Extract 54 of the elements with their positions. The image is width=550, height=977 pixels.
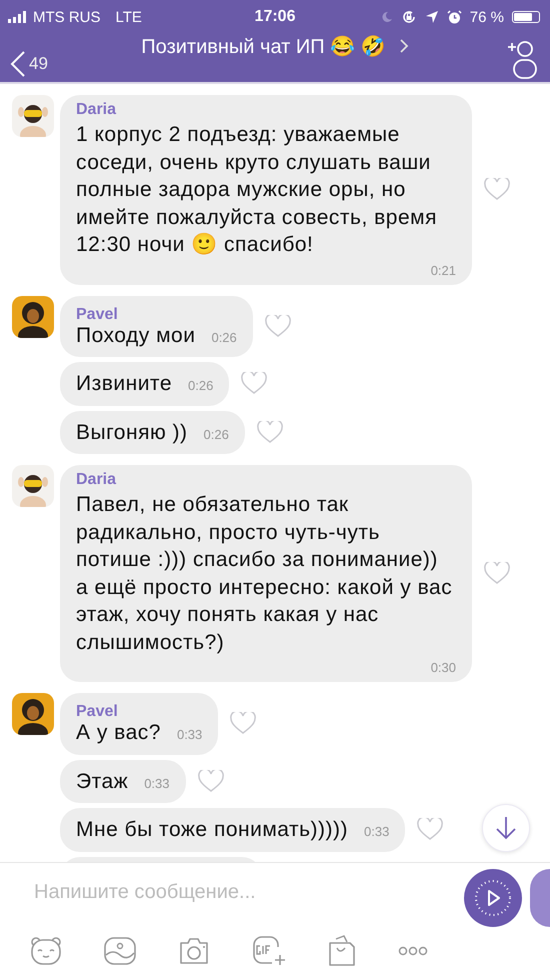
rotation-lock-icon	[400, 9, 417, 25]
heart-icon[interactable]	[264, 314, 291, 338]
camera-icon[interactable]	[178, 937, 210, 965]
heart-icon[interactable]	[484, 562, 510, 585]
message-text: Этаж	[76, 768, 128, 794]
gif-icon[interactable]	[252, 935, 286, 967]
back-button[interactable]: 49	[10, 51, 48, 77]
heart-icon[interactable]	[417, 818, 444, 842]
message-text: 1 корпус 2 подъезд: уважаемые соседи, очень круто слушать ваши полные задора мужские оры, но имейте пожалуйста совесть, время 12:30 ночи 🙂 спасибо!	[76, 122, 438, 258]
chevron-right-icon[interactable]	[400, 39, 409, 53]
network-type: LTE	[116, 8, 142, 26]
status-time: 17:06	[254, 8, 296, 26]
signal-icon	[8, 11, 28, 23]
message-text: Извините	[76, 371, 172, 397]
message-time: 0:33	[144, 776, 170, 790]
sender-name: Pavel	[76, 702, 119, 722]
shopping-bag-icon[interactable]	[328, 935, 356, 967]
alarm-icon	[446, 10, 462, 24]
message-text: Павел, не обязательно так радикально, просто чуть-чуть потише :))) спасибо за понимание)) а ещё просто интересно: какой у вас этаж, хочу понять какая у нас слышимость?)	[76, 492, 454, 656]
moon-icon	[380, 11, 393, 23]
sender-name: Daria	[76, 100, 118, 120]
more-icon[interactable]	[398, 946, 428, 956]
message-text: А у вас?	[76, 720, 161, 746]
message-text: Выгоняю ))	[76, 420, 188, 446]
sticker-icon[interactable]	[30, 936, 62, 966]
message-time: 0:26	[204, 426, 229, 442]
heart-icon[interactable]	[484, 178, 510, 202]
back-chevron-icon[interactable]	[10, 51, 26, 77]
scroll-down-button[interactable]	[482, 804, 530, 852]
arrow-down-icon[interactable]	[495, 816, 517, 840]
heart-icon[interactable]	[256, 420, 283, 444]
image-icon[interactable]	[104, 937, 136, 965]
chat-title[interactable]: Позитивный чат ИП 😂 🤣	[141, 34, 386, 58]
message-input[interactable]: Напишите сообщение...	[32, 880, 464, 904]
play-icon[interactable]	[474, 879, 512, 917]
add-participant-icon[interactable]	[506, 40, 540, 80]
message-time: 0:33	[364, 824, 390, 839]
heart-icon[interactable]	[198, 770, 224, 793]
sender-name: Pavel	[76, 304, 119, 324]
heart-icon[interactable]	[241, 372, 268, 396]
heart-icon[interactable]	[230, 712, 256, 736]
message-time: 0:21	[430, 262, 456, 278]
message-time: 0:33	[176, 727, 202, 742]
battery-percent: 76 %	[470, 8, 504, 26]
secondary-round-button[interactable]	[530, 869, 550, 927]
message-text: Походу мои	[76, 322, 196, 348]
message-time: 0:26	[188, 378, 214, 393]
battery-icon	[512, 11, 540, 23]
message-time: 0:26	[211, 330, 237, 344]
carrier-name: MTS RUS	[33, 8, 100, 26]
sender-name: Daria	[76, 470, 118, 490]
location-icon	[424, 10, 439, 24]
message-text: Мне бы тоже понимать)))))	[76, 817, 348, 843]
message-time: 0:30	[430, 660, 456, 675]
